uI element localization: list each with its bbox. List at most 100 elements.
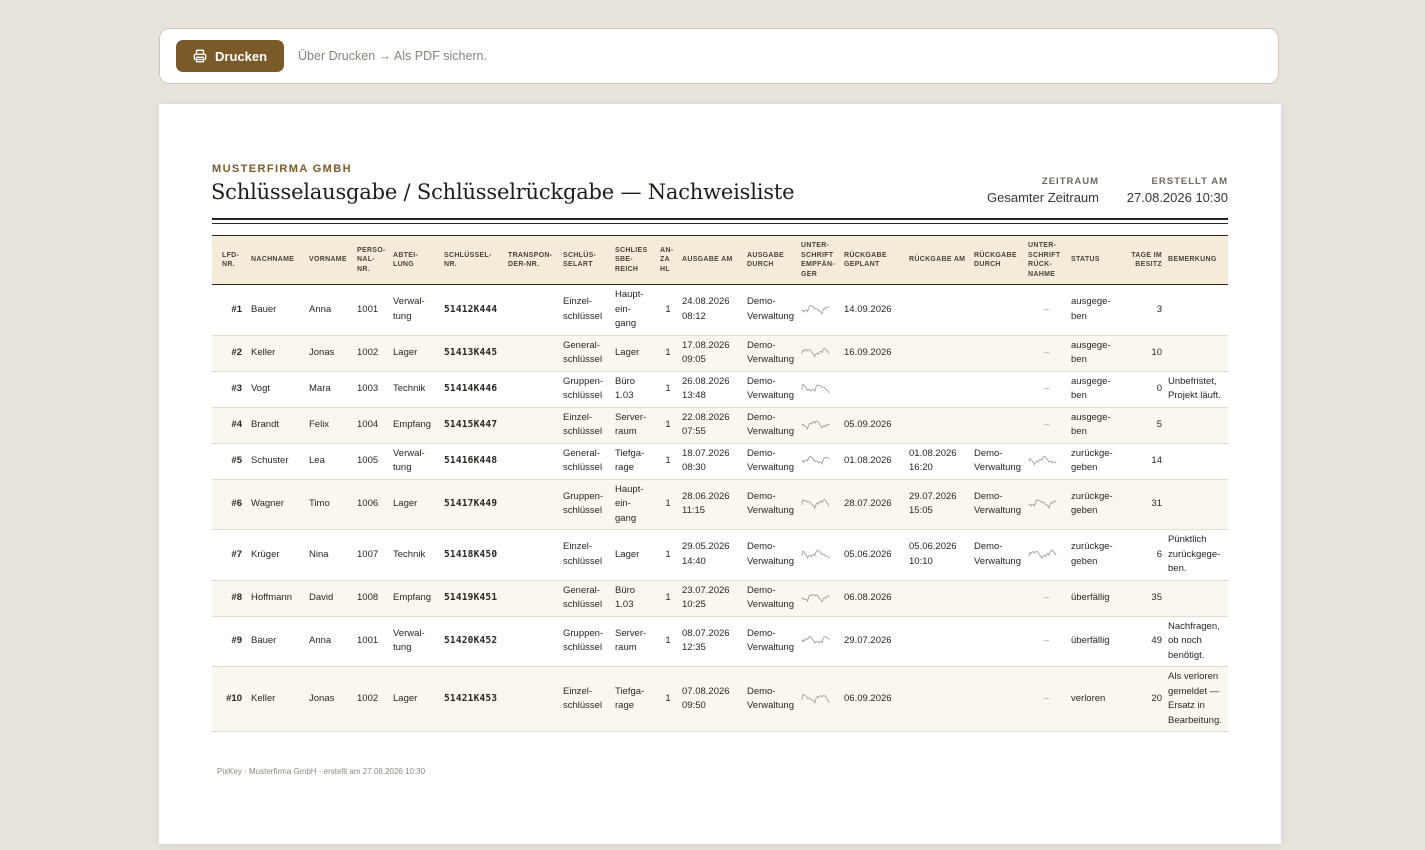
zeitraum-block: ZEITRAUM Gesamter Zeitraum bbox=[987, 176, 1099, 205]
personnel-number-cell: 1001 bbox=[354, 284, 390, 336]
table-header-row: LFD- NR. NACHNAME VORNAME PERSO- NAL- NR. ABTEI… bbox=[212, 235, 1228, 285]
print-button[interactable]: Drucken bbox=[176, 40, 285, 72]
last-name-cell: Bauer bbox=[248, 616, 306, 667]
quantity-cell: 1 bbox=[657, 443, 679, 480]
planned-return-cell: 05.09.2026 bbox=[841, 407, 906, 444]
days-held-cell: 20 bbox=[1126, 666, 1165, 732]
issue-date-cell: 24.08.2026 08:12 bbox=[679, 284, 744, 336]
personnel-number-cell: 1005 bbox=[354, 443, 390, 480]
recipient-signature-cell bbox=[798, 335, 841, 372]
issue-date-cell: 26.08.2026 13:48 bbox=[679, 371, 744, 408]
remark-cell: Pünktlich zurückgege-ben. bbox=[1165, 529, 1228, 581]
issued-by-cell: Demo- Verwaltung bbox=[744, 443, 798, 480]
issue-date-cell: 28.06.2026 11:15 bbox=[679, 479, 744, 530]
erstellt-block: ERSTELLT AM 27.08.2026 10:30 bbox=[1127, 176, 1228, 205]
last-name-cell: Krüger bbox=[248, 529, 306, 581]
column-header: RÜCKGABE DURCH bbox=[971, 235, 1025, 285]
recipient-signature-cell bbox=[798, 529, 841, 581]
quantity-cell: 1 bbox=[657, 407, 679, 444]
signature-icon bbox=[801, 592, 838, 604]
last-name-cell: Brandt bbox=[248, 407, 306, 444]
return-signature-cell: – bbox=[1025, 407, 1068, 444]
remark-cell: Unbefristet, Projekt läuft. bbox=[1165, 371, 1228, 408]
key-type-cell: General-schlüssel bbox=[560, 580, 612, 617]
key-type-cell: General-schlüssel bbox=[560, 335, 612, 372]
column-header: BEMERKUNG bbox=[1165, 235, 1228, 285]
lock-area-cell: Server-raum bbox=[612, 407, 657, 444]
signature-icon bbox=[801, 693, 838, 705]
issue-date-cell: 07.08.2026 09:50 bbox=[679, 666, 744, 732]
recipient-signature-cell bbox=[798, 616, 841, 667]
return-date-cell bbox=[906, 284, 971, 336]
planned-return-cell: 14.09.2026 bbox=[841, 284, 906, 336]
planned-return-cell: 16.09.2026 bbox=[841, 335, 906, 372]
remark-cell: Als verloren gemeldet — Ersatz in Bearbeitu… bbox=[1165, 666, 1228, 732]
transponder-number-cell bbox=[505, 666, 560, 732]
table-row: #3 Vogt Mara 1003 Technik 51414K446 Gruppen-sc… bbox=[212, 371, 1228, 408]
issued-by-cell: Demo- Verwaltung bbox=[744, 407, 798, 444]
table-row: #8 Hoffmann David 1008 Empfang 51419K451 Gener… bbox=[212, 580, 1228, 617]
signature-icon bbox=[1028, 498, 1065, 510]
printer-icon bbox=[193, 49, 207, 63]
status-cell: verloren bbox=[1068, 666, 1126, 732]
transponder-number-cell bbox=[505, 529, 560, 581]
personnel-number-cell: 1003 bbox=[354, 371, 390, 408]
quantity-cell: 1 bbox=[657, 666, 679, 732]
planned-return-cell: 28.07.2026 bbox=[841, 479, 906, 530]
first-name-cell: Mara bbox=[306, 371, 354, 408]
signature-icon bbox=[801, 304, 838, 316]
key-number-cell: 51419K451 bbox=[441, 580, 505, 617]
key-type-cell: Einzel-schlüssel bbox=[560, 284, 612, 336]
row-number-cell: #2 bbox=[212, 335, 248, 372]
first-name-cell: Timo bbox=[306, 479, 354, 530]
toolbar: Drucken Über Drucken → Als PDF sichern. bbox=[159, 28, 1279, 84]
column-header: UNTER- SCHRIFT RÜCK- NAHME bbox=[1025, 235, 1068, 285]
column-header: SCHLIES SBE- REICH bbox=[612, 235, 657, 285]
department-cell: Empfang bbox=[390, 407, 441, 444]
signature-icon bbox=[801, 635, 838, 647]
signature-icon bbox=[801, 498, 838, 510]
days-held-cell: 3 bbox=[1126, 284, 1165, 336]
signature-icon bbox=[801, 549, 838, 561]
issue-date-cell: 17.08.2026 09:05 bbox=[679, 335, 744, 372]
lock-area-cell: Lager bbox=[612, 529, 657, 581]
first-name-cell: David bbox=[306, 580, 354, 617]
return-signature-cell: – bbox=[1025, 335, 1068, 372]
issued-by-cell: Demo- Verwaltung bbox=[744, 335, 798, 372]
key-type-cell: Gruppen-schlüssel bbox=[560, 479, 612, 530]
key-number-cell: 51420K452 bbox=[441, 616, 505, 667]
days-held-cell: 49 bbox=[1126, 616, 1165, 667]
recipient-signature-cell bbox=[798, 407, 841, 444]
erstellt-label: ERSTELLT AM bbox=[1151, 176, 1228, 187]
transponder-number-cell bbox=[505, 443, 560, 480]
return-signature-cell bbox=[1025, 479, 1068, 530]
department-cell: Verwal-tung bbox=[390, 443, 441, 480]
issue-date-cell: 22.08.2026 07:55 bbox=[679, 407, 744, 444]
recipient-signature-cell bbox=[798, 580, 841, 617]
row-number-cell: #5 bbox=[212, 443, 248, 480]
days-held-cell: 6 bbox=[1126, 529, 1165, 581]
key-type-cell: Einzel-schlüssel bbox=[560, 666, 612, 732]
table-row: #9 Bauer Anna 1001 Verwal-tung 51420K452 Grupp… bbox=[212, 616, 1228, 667]
key-number-cell: 51417K449 bbox=[441, 479, 505, 530]
quantity-cell: 1 bbox=[657, 580, 679, 617]
issued-by-cell: Demo- Verwaltung bbox=[744, 479, 798, 530]
return-date-cell: 29.07.2026 15:05 bbox=[906, 479, 971, 530]
remark-cell: Nachfragen, ob noch benötigt. bbox=[1165, 616, 1228, 667]
column-header: STATUS bbox=[1068, 235, 1126, 285]
return-signature-cell: – bbox=[1025, 371, 1068, 408]
status-cell: ausgege-ben bbox=[1068, 371, 1126, 408]
signature-icon bbox=[1028, 455, 1065, 467]
returned-by-cell bbox=[971, 335, 1025, 372]
days-held-cell: 31 bbox=[1126, 479, 1165, 530]
quantity-cell: 1 bbox=[657, 616, 679, 667]
planned-return-cell: 06.08.2026 bbox=[841, 580, 906, 617]
days-held-cell: 10 bbox=[1126, 335, 1165, 372]
lock-area-cell: Büro 1.03 bbox=[612, 580, 657, 617]
row-number-cell: #1 bbox=[212, 284, 248, 336]
issued-by-cell: Demo- Verwaltung bbox=[744, 666, 798, 732]
recipient-signature-cell bbox=[798, 443, 841, 480]
column-header: RÜCKGABE AM bbox=[906, 235, 971, 285]
returned-by-cell: Demo- Verwaltung bbox=[971, 529, 1025, 581]
signature-icon bbox=[801, 347, 838, 359]
